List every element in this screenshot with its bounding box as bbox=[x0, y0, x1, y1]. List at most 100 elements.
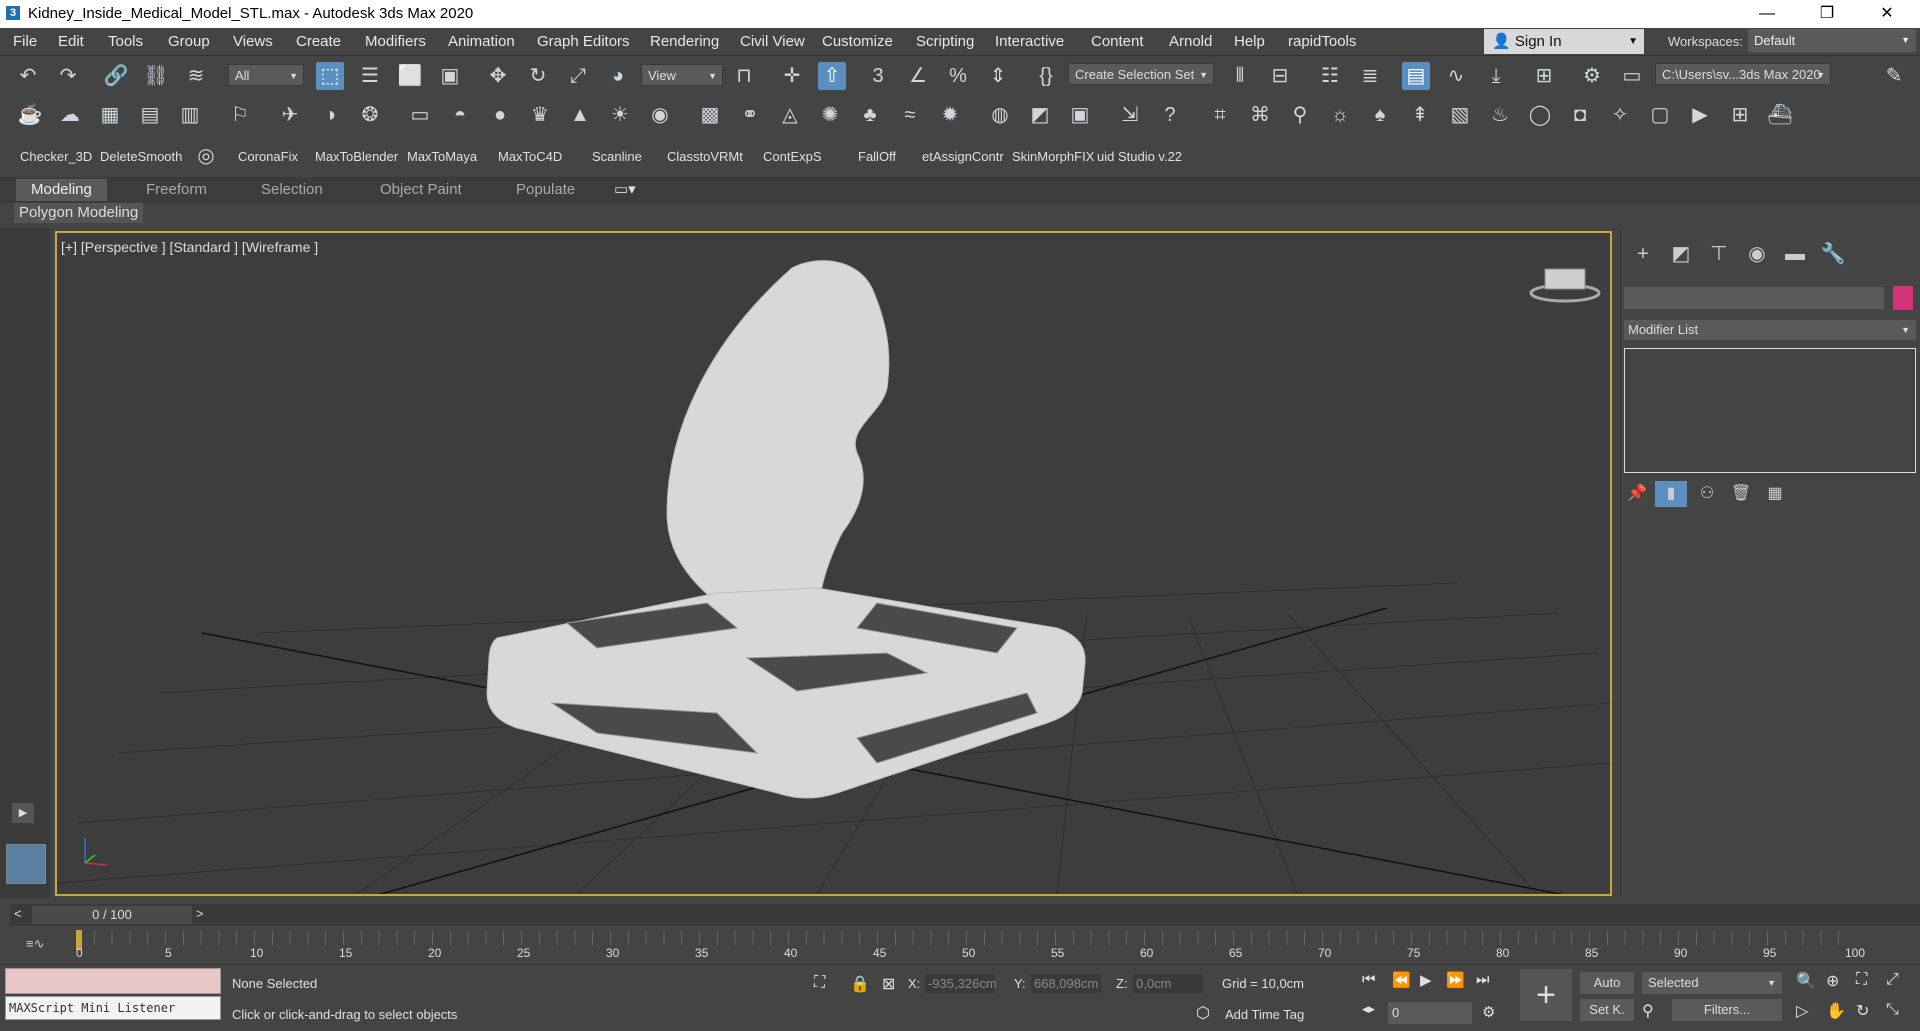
export-icon[interactable]: ⇲ bbox=[1116, 101, 1144, 129]
reference-coordinate-dropdown[interactable]: View ▼ bbox=[641, 64, 723, 86]
spinner-snap-icon[interactable]: ⇕ bbox=[984, 62, 1012, 90]
object-name-field[interactable] bbox=[1624, 287, 1884, 309]
image-icon[interactable]: ▦ bbox=[96, 101, 124, 129]
menu-animation[interactable]: Animation bbox=[448, 33, 515, 50]
keyboard-shortcut-override-icon[interactable]: ⇧ bbox=[818, 62, 846, 90]
plugin-class-to-vrmt[interactable]: ClasstoVRMt bbox=[667, 149, 743, 164]
menu-file[interactable]: File bbox=[13, 33, 37, 50]
rotate-icon[interactable]: ↻ bbox=[524, 62, 552, 90]
rendered-frame-window-icon[interactable]: ▭ bbox=[1618, 62, 1646, 90]
mini-curve-editor-icon[interactable]: ≡∿ bbox=[26, 936, 44, 952]
sphere-icon[interactable]: ● bbox=[486, 101, 514, 129]
tab-freeform[interactable]: Freeform bbox=[146, 179, 207, 201]
key-mode-icon[interactable]: ◂▸ bbox=[1362, 1001, 1375, 1017]
render-setup-icon[interactable]: ⚙ bbox=[1578, 62, 1606, 90]
play-render-icon[interactable]: ▶ bbox=[1686, 101, 1714, 129]
view-cube[interactable] bbox=[1529, 268, 1601, 303]
menu-group[interactable]: Group bbox=[168, 33, 210, 50]
light-bulb-icon[interactable]: ⚲ bbox=[1286, 101, 1314, 129]
remove-modifier-icon[interactable]: 🗑 bbox=[1725, 481, 1757, 507]
viewport-layout-thumbnail[interactable] bbox=[6, 844, 46, 884]
set-key-icon[interactable]: + bbox=[1520, 969, 1572, 1021]
menu-interactive[interactable]: Interactive bbox=[995, 33, 1064, 50]
modifier-stack[interactable] bbox=[1624, 348, 1916, 473]
ribbon-options-icon[interactable]: ▭▾ bbox=[614, 179, 636, 201]
schematic-view-icon[interactable]: ⤓ bbox=[1482, 62, 1510, 90]
menu-civil-view[interactable]: Civil View bbox=[740, 33, 805, 50]
snaps-toggle-icon[interactable]: 3 bbox=[864, 62, 892, 90]
material-sphere-icon[interactable]: ◍ bbox=[986, 101, 1014, 129]
menu-arnold[interactable]: Arnold bbox=[1169, 33, 1212, 50]
modify-tab-icon[interactable]: ◩ bbox=[1665, 241, 1697, 267]
edit-named-selection-icon[interactable]: {} bbox=[1032, 62, 1060, 90]
scale-icon[interactable]: ⤢ bbox=[564, 62, 592, 90]
table-icon[interactable]: ▥ bbox=[176, 101, 204, 129]
next-frame-icon[interactable]: ⏩ bbox=[1446, 971, 1465, 989]
pin-stack-icon[interactable]: 📌 bbox=[1621, 481, 1653, 507]
plugin-max-to-blender[interactable]: MaxToBlender bbox=[315, 149, 398, 164]
ring-icon[interactable]: ◯ bbox=[1526, 101, 1554, 129]
maximize-button[interactable]: ❐ bbox=[1804, 0, 1850, 28]
place-icon[interactable]: ◕ bbox=[604, 62, 632, 90]
material-map-icon[interactable]: ◩ bbox=[1026, 101, 1054, 129]
plant-icon[interactable]: ♣ bbox=[856, 101, 884, 129]
create-tab-icon[interactable]: + bbox=[1627, 241, 1659, 267]
hemisphere-icon[interactable]: ◓ bbox=[446, 101, 474, 129]
list-icon[interactable]: ▤ bbox=[136, 101, 164, 129]
book-icon[interactable]: ▧ bbox=[1446, 101, 1474, 129]
project-folder-dropdown[interactable]: C:\Users\sv...3ds Max 2020 ▼ bbox=[1655, 63, 1831, 85]
key-filters-icon[interactable]: ⚲ bbox=[1642, 1001, 1654, 1021]
angle-snap-icon[interactable]: ∠ bbox=[904, 62, 932, 90]
plugin-cont-exps[interactable]: ContExpS bbox=[763, 149, 822, 164]
redo-icon[interactable]: ↷ bbox=[54, 62, 82, 90]
orbit-icon[interactable]: ↻ bbox=[1856, 1001, 1869, 1021]
add-time-tag[interactable]: Add Time Tag bbox=[1225, 1007, 1304, 1022]
zoom-extents-all-icon[interactable]: ⤢ bbox=[1886, 971, 1899, 989]
absolute-mode-icon[interactable]: ⊠ bbox=[882, 974, 895, 994]
render-tool-icon[interactable]: ✎ bbox=[1880, 62, 1908, 90]
viewport-label[interactable]: [+] [Perspective ] [Standard ] [Wirefram… bbox=[61, 239, 318, 255]
bind-spacewarp-icon[interactable]: ≋ bbox=[182, 62, 210, 90]
plugin-max-to-maya[interactable]: MaxToMaya bbox=[407, 149, 477, 164]
go-to-start-icon[interactable]: ⏮ bbox=[1362, 971, 1376, 988]
percent-snap-icon[interactable]: % bbox=[944, 62, 972, 90]
spot-light-icon[interactable]: ☼ bbox=[1326, 101, 1354, 129]
refresh-icon[interactable]: ◎ bbox=[192, 142, 220, 170]
layer-explorer-icon[interactable]: ≣ bbox=[1356, 62, 1384, 90]
object-color-swatch[interactable] bbox=[1893, 286, 1913, 310]
expand-layout-icon[interactable]: ▶ bbox=[12, 803, 34, 823]
disc-icon[interactable]: ◉ bbox=[646, 101, 674, 129]
previous-frame-icon[interactable]: ⏪ bbox=[1392, 971, 1411, 989]
field-of-view-icon[interactable]: ▷ bbox=[1796, 1001, 1808, 1021]
link-icon[interactable]: 🔗 bbox=[102, 62, 130, 90]
triangle-net-icon[interactable]: ◬ bbox=[776, 101, 804, 129]
menu-views[interactable]: Views bbox=[233, 33, 273, 50]
play-icon[interactable]: ▶ bbox=[1420, 971, 1432, 989]
move-icon[interactable]: ✥ bbox=[484, 62, 512, 90]
plugin-delete-smooth[interactable]: DeleteSmooth bbox=[100, 149, 182, 164]
render-cube-icon[interactable]: ▣ bbox=[1066, 101, 1094, 129]
minimize-button[interactable]: — bbox=[1744, 0, 1790, 28]
menu-content[interactable]: Content bbox=[1091, 33, 1144, 50]
set-key-button[interactable]: Set K. bbox=[1580, 999, 1634, 1021]
auto-key-button[interactable]: Auto bbox=[1580, 972, 1634, 994]
menu-modifiers[interactable]: Modifiers bbox=[365, 33, 426, 50]
track-bar[interactable]: ≡∿ 0 5 10 15 20 25 30 35 40 45 50 55 60 … bbox=[0, 928, 1920, 962]
curve-editor-icon[interactable]: ∿ bbox=[1442, 62, 1470, 90]
menu-graph-editors[interactable]: Graph Editors bbox=[537, 33, 630, 50]
plugin-falloff[interactable]: FallOff bbox=[858, 149, 896, 164]
teapot-icon[interactable]: ☕ bbox=[16, 101, 44, 129]
z-coordinate-field[interactable]: 0,0cm bbox=[1133, 974, 1203, 993]
pine-icon[interactable]: ⇞ bbox=[1406, 101, 1434, 129]
selection-filter-dropdown[interactable]: All ▼ bbox=[228, 64, 304, 86]
motion-tab-icon[interactable]: ◉ bbox=[1741, 241, 1773, 267]
selection-set-dropdown[interactable]: Selected ▼ bbox=[1642, 972, 1782, 994]
display-tab-icon[interactable]: ▬ bbox=[1779, 241, 1811, 267]
configure-modifier-sets-icon[interactable]: ▦ bbox=[1759, 481, 1791, 507]
time-tag-icon[interactable]: ⬡ bbox=[1196, 1003, 1210, 1023]
go-to-end-icon[interactable]: ⏭ bbox=[1476, 971, 1490, 988]
toggle-ribbon-icon[interactable]: ▤ bbox=[1402, 62, 1430, 90]
utilities-tab-icon[interactable]: 🔧 bbox=[1817, 241, 1849, 267]
monitor-icon[interactable]: ◘ bbox=[1566, 101, 1594, 129]
time-slider-next[interactable]: > bbox=[196, 906, 204, 921]
